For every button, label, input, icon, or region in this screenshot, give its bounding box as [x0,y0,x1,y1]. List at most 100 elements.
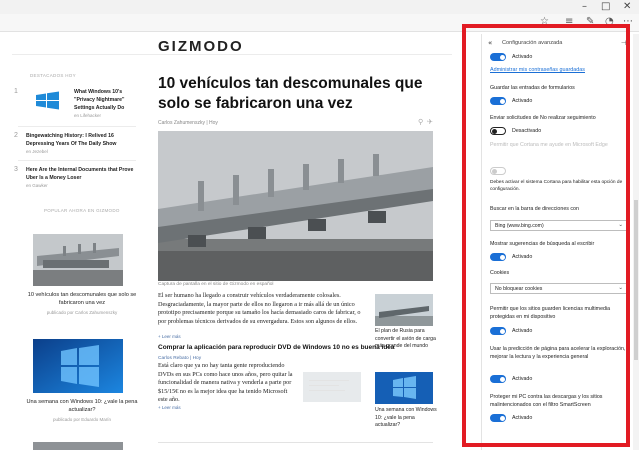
chevron-down-icon: ⌄ [618,222,623,228]
close-icon[interactable]: ✕ [623,1,631,12]
share-icon[interactable]: ✈ [427,118,433,126]
maximize-icon[interactable]: □ [601,1,610,12]
second-article-headline[interactable]: Comprar la aplicación para reproducir DV… [158,344,395,351]
sidebar-divider [18,160,136,161]
toggle-knob [492,128,497,134]
more-icon[interactable]: ⋯ [623,16,633,27]
note-icon[interactable]: ✎ [586,16,594,27]
cookies-select[interactable]: No bloquear cookies ⌄ [490,283,628,294]
toggle-status: Activado [512,54,533,60]
share-icon[interactable]: ◔ [605,16,614,27]
read-more-link[interactable]: + Leer más [158,334,181,339]
settings-panel: « Configuración avanzada ⊣ Activado Admi… [481,34,633,450]
setting-label: Guardar las entradas de formularios [490,85,575,91]
card-thumbnail[interactable] [33,442,123,450]
sidebar-divider [18,126,136,127]
card-title[interactable]: Una semana con Windows 10: ¿vale la pena… [22,398,142,414]
chevron-down-icon: ⌄ [618,285,623,291]
sidebar-item-source: en Lifehacker [74,113,102,118]
thumbnail-text-line [309,380,349,381]
sidebar-popular-item[interactable]: Bingewatching History: I Relived 16 Depr… [26,132,136,154]
bookmark-icon[interactable]: ⚲ [418,118,423,126]
card-thumbnail-aircraft[interactable] [33,234,123,286]
toggle-page-prediction[interactable] [490,375,506,383]
card-thumbnail-windows10[interactable] [33,339,123,393]
second-article-excerpt: Está claro que ya no hay tanta gente rep… [158,362,293,403]
toggle-status: Activado [512,415,533,421]
second-article-byline: Carlos Rebato | Hoy [158,356,202,361]
sidebar-section-title: POPULAR AHORA EN GIZMODO [44,208,120,213]
toggle-save-form-entries[interactable] [490,97,506,105]
browser-window: – □ ✕ ☆ ≡ ✎ ◔ ⋯ GIZMODO DESTACADOS HOY W… [0,0,639,450]
card-byline: publicado por Carlos Zahumenszky [46,310,118,315]
image-caption: Captura de pantalla en el sitio de Gizmo… [158,282,274,287]
sidebar-popular-item[interactable]: Here Are the Internal Documents that Pro… [26,166,136,188]
toggle-status: Activado [512,328,533,334]
select-value: No bloquear cookies [495,286,543,292]
hub-icon[interactable]: ≡ [565,16,573,27]
sidebar-item-title[interactable]: What Windows 10's "Privacy Nightmare" Se… [74,88,138,112]
setting-label: Enviar solicitudes de No realizar seguim… [490,115,596,121]
setting-label: Mostrar sugerencias de búsqueda al escri… [490,241,595,247]
article-divider [158,442,433,443]
sidebar-item-source: en Gawker [26,183,48,188]
sidebar-item-source: en Jezebel [26,149,48,154]
sidebar-item-number: 2 [14,132,18,139]
pin-icon[interactable]: ⊣ [621,39,627,47]
setting-label-disabled: Permitir que Cortana me ayude en Microso… [490,142,608,148]
header-divider [12,54,452,55]
search-engine-select[interactable]: Bing (www.bing.com) ⌄ [490,220,628,231]
settings-panel-title: Configuración avanzada [502,40,563,46]
toggle-save-passwords[interactable] [490,53,506,61]
title-bar: – □ ✕ [0,0,639,14]
aside-thumbnail-aircraft[interactable] [375,294,433,326]
setting-label: Cookies [490,270,510,276]
back-arrow-icon[interactable]: « [488,39,492,47]
thumbnail-text-line [309,385,339,386]
toggle-knob [499,54,505,60]
sidebar-popular-item[interactable]: What Windows 10's "Privacy Nightmare" Se… [74,88,138,118]
toggle-search-suggestions[interactable] [490,253,506,261]
article-excerpt: El ser humano ha llegado a construir veh… [158,292,361,325]
aside-caption[interactable]: Una semana con Windows 10: ¿vale la pena… [375,407,437,430]
setting-label: Usar la predicción de página para aceler… [490,346,626,360]
minimize-icon[interactable]: – [582,1,587,12]
second-article-thumbnail[interactable] [303,372,361,402]
select-value: Bing (www.bing.com) [495,223,544,229]
sidebar-section-title: DESTACADOS HOY [30,73,76,78]
toggle-knob [499,98,505,104]
toggle-knob [499,328,505,334]
toggle-knob [499,254,505,260]
aside-thumbnail-windows10[interactable] [375,372,433,404]
toggle-status: Desactivado [512,128,542,134]
toggle-status: Activado [512,98,533,104]
card-title[interactable]: 10 vehículos tan descomunales que solo s… [22,291,142,307]
card-byline: publicado por Eduardo Marín [52,417,112,422]
setting-label: Proteger mi PC contra las descargas y lo… [490,394,603,408]
toggle-cortana [490,167,506,175]
windows-logo-thumbnail[interactable] [28,88,68,114]
setting-label: Buscar en la barra de direcciones con [490,206,579,212]
scrollbar-thumb[interactable] [634,200,638,360]
sidebar-item-title[interactable]: Here Are the Internal Documents that Pro… [26,166,136,182]
star-icon[interactable]: ☆ [540,16,549,27]
setting-label: Permitir que los sitios guarden licencia… [490,306,611,320]
thumbnail-text-line [309,390,345,391]
toggle-knob [499,376,505,382]
toggle-status: Activado [512,376,533,382]
toggle-do-not-track[interactable] [490,127,506,135]
read-more-link[interactable]: + Leer más [158,405,181,410]
sidebar-item-number: 1 [14,88,18,95]
cortana-note: Debes activar el sistema Cortana para ha… [490,180,623,192]
toggle-media-licenses[interactable] [490,327,506,335]
sidebar-item-number: 3 [14,166,18,173]
article-hero-image[interactable] [158,131,433,281]
article-byline: Carlos Zahumenszky | Hoy [158,120,218,126]
toggle-status: Activado [512,254,533,260]
article-headline[interactable]: 10 vehículos tan descomunales que solo s… [158,74,458,114]
toggle-smartscreen[interactable] [490,414,506,422]
manage-passwords-link[interactable]: Administrar mis contraseñas guardadas [490,67,585,73]
sidebar-item-title[interactable]: Bingewatching History: I Relived 16 Depr… [26,132,136,148]
toggle-knob [492,168,497,174]
site-logo[interactable]: GIZMODO [158,38,244,55]
